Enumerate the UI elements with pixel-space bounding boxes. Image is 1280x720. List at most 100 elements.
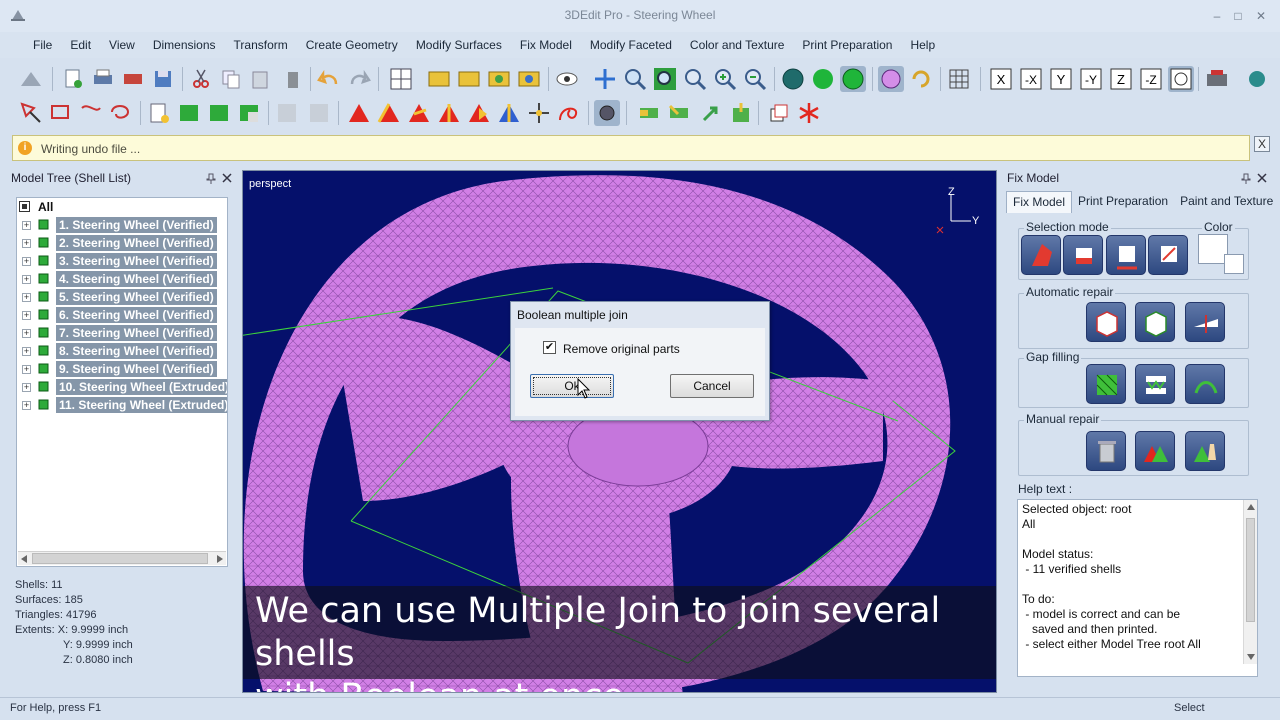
cancel-button[interactable]: Cancel xyxy=(670,374,754,398)
select-triangle-button[interactable] xyxy=(1148,235,1188,275)
view-z-icon[interactable]: Z xyxy=(1108,66,1134,92)
select-freehand-icon[interactable] xyxy=(78,100,104,126)
new-file-icon[interactable] xyxy=(60,66,86,92)
eye-view-icon[interactable] xyxy=(554,66,580,92)
expand-icon[interactable]: + xyxy=(22,365,31,374)
tree-item[interactable]: +11. Steering Wheel (Extruded) xyxy=(17,396,227,414)
curve-icon[interactable] xyxy=(556,100,582,126)
tree-item[interactable]: +2. Steering Wheel (Verified) xyxy=(17,234,227,252)
scroll-right-icon[interactable] xyxy=(217,555,223,563)
add-triangle-button[interactable] xyxy=(1135,431,1175,471)
offset-icon[interactable] xyxy=(666,100,692,126)
menu-edit[interactable]: Edit xyxy=(61,38,100,52)
pin-icon[interactable] xyxy=(206,173,216,185)
close-panel-icon[interactable] xyxy=(222,173,232,183)
remove-original-parts-label[interactable]: Remove original parts xyxy=(563,342,680,356)
tree-item[interactable]: +5. Steering Wheel (Verified) xyxy=(17,288,227,306)
remove-original-parts-checkbox[interactable]: ✔ xyxy=(543,341,556,354)
select-triangles-icon[interactable] xyxy=(18,100,44,126)
delete-triangles-button[interactable] xyxy=(1086,431,1126,471)
triangle-red-icon[interactable] xyxy=(346,100,372,126)
expand-icon[interactable]: + xyxy=(22,347,31,356)
menu-color-and-texture[interactable]: Color and Texture xyxy=(681,38,794,52)
settings-3d-icon[interactable] xyxy=(1244,66,1270,92)
scroll-thumb[interactable] xyxy=(1246,518,1255,622)
insert-point-icon[interactable] xyxy=(526,100,552,126)
bridge-gap-button[interactable] xyxy=(1185,364,1225,404)
save-icon[interactable] xyxy=(150,66,176,92)
zoom-icon[interactable] xyxy=(682,66,708,92)
ok-button[interactable]: Ok xyxy=(530,374,614,398)
auto-repair-button[interactable] xyxy=(1086,302,1126,342)
undo-icon[interactable] xyxy=(316,66,342,92)
stitch-gap-button[interactable] xyxy=(1135,364,1175,404)
select-lasso-icon[interactable] xyxy=(108,100,134,126)
3d-viewport[interactable]: perspect Z Y We can use Multiple Join to… xyxy=(242,170,997,693)
wireframe-sphere-icon[interactable] xyxy=(780,66,806,92)
tree-item[interactable]: +4. Steering Wheel (Verified) xyxy=(17,270,227,288)
tree-horizontal-scrollbar[interactable] xyxy=(18,551,226,565)
manual-edit-button[interactable] xyxy=(1185,431,1225,471)
view-minus-y-icon[interactable]: -Y xyxy=(1078,66,1104,92)
expand-icon[interactable]: + xyxy=(22,329,31,338)
expand-icon[interactable]: + xyxy=(22,293,31,302)
auto-repair-verify-button[interactable] xyxy=(1135,302,1175,342)
select-edge-button[interactable] xyxy=(1106,235,1146,275)
tree-item[interactable]: +6. Steering Wheel (Verified) xyxy=(17,306,227,324)
grid-view-icon[interactable] xyxy=(388,66,414,92)
triangle-blue-icon[interactable] xyxy=(496,100,522,126)
tab-fix-model[interactable]: Fix Model xyxy=(1006,191,1073,213)
zoom-out-icon[interactable] xyxy=(742,66,768,92)
close-window-button[interactable]: ✕ xyxy=(1252,8,1270,24)
cut-icon[interactable] xyxy=(188,66,214,92)
paste-icon[interactable] xyxy=(248,66,274,92)
measure-icon[interactable] xyxy=(146,100,172,126)
delete-bin-icon[interactable] xyxy=(280,66,306,92)
home-icon[interactable] xyxy=(18,66,44,92)
view-y-icon[interactable]: Y xyxy=(1048,66,1074,92)
auto-repair-normals-button[interactable] xyxy=(1185,302,1225,342)
view-isometric-icon[interactable] xyxy=(1168,66,1194,92)
3d-print-icon[interactable] xyxy=(1204,66,1230,92)
shaded-edges-sphere-icon[interactable] xyxy=(840,66,866,92)
star-marker-icon[interactable] xyxy=(796,100,822,126)
scroll-down-icon[interactable] xyxy=(1247,654,1255,660)
view-minus-z-icon[interactable]: -Z xyxy=(1138,66,1164,92)
select-box-icon[interactable] xyxy=(48,100,74,126)
maximize-button[interactable]: □ xyxy=(1229,8,1247,24)
triangle-edge-icon[interactable] xyxy=(406,100,432,126)
menu-file[interactable]: File xyxy=(24,38,61,52)
export-shell-icon[interactable] xyxy=(728,100,754,126)
menu-modify-faceted[interactable]: Modify Faceted xyxy=(581,38,681,52)
scale-shell-icon[interactable] xyxy=(486,66,512,92)
expand-icon[interactable]: + xyxy=(22,275,31,284)
expand-icon[interactable]: + xyxy=(22,311,31,320)
render-mode-icon[interactable] xyxy=(878,66,904,92)
mirror-shell-icon[interactable] xyxy=(516,66,542,92)
tree-item[interactable]: +7. Steering Wheel (Verified) xyxy=(17,324,227,342)
volume-icon[interactable] xyxy=(176,100,202,126)
menu-view[interactable]: View xyxy=(100,38,144,52)
scroll-left-icon[interactable] xyxy=(21,555,27,563)
info-close-button[interactable]: X xyxy=(1254,136,1270,152)
expand-icon[interactable]: + xyxy=(22,239,31,248)
refresh-view-icon[interactable] xyxy=(908,66,934,92)
scroll-thumb[interactable] xyxy=(32,553,208,564)
tools-icon[interactable] xyxy=(594,100,620,126)
triangle-split-icon[interactable] xyxy=(436,100,462,126)
select-surface-button[interactable] xyxy=(1063,235,1103,275)
expand-icon[interactable]: + xyxy=(22,257,31,266)
expand-icon[interactable]: + xyxy=(22,401,31,410)
help-vertical-scrollbar[interactable] xyxy=(1243,500,1257,664)
revert-icon[interactable] xyxy=(120,66,146,92)
zoom-window-icon[interactable] xyxy=(622,66,648,92)
zoom-all-icon[interactable] xyxy=(652,66,678,92)
menu-transform[interactable]: Transform xyxy=(225,38,297,52)
menu-help[interactable]: Help xyxy=(901,38,944,52)
shell-properties-icon[interactable] xyxy=(236,100,262,126)
select-shell-button[interactable] xyxy=(1021,235,1061,275)
minimize-button[interactable]: – xyxy=(1208,8,1226,24)
list-disabled-icon[interactable] xyxy=(274,100,300,126)
scroll-up-icon[interactable] xyxy=(1247,504,1255,510)
copy-shell-icon[interactable] xyxy=(766,100,792,126)
